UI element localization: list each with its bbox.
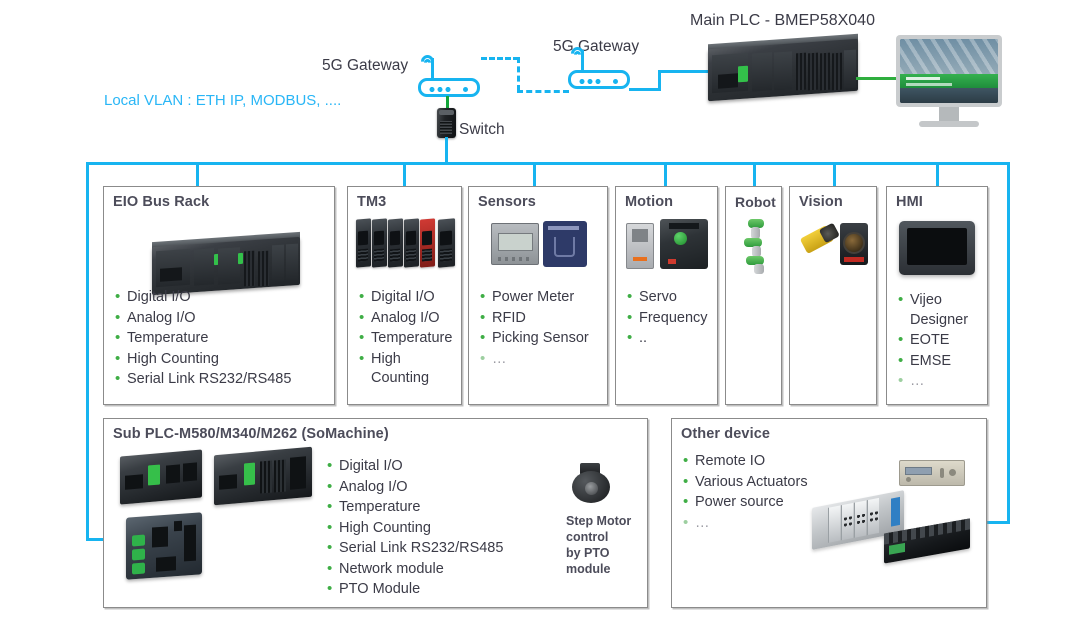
drop-hmi: [936, 162, 939, 186]
box-sub-plc[interactable]: Sub PLC-M580/M340/M262 (SoMachine) • Dig…: [103, 418, 648, 608]
list-item: Digital I/O: [114, 287, 328, 308]
network-switch: [437, 108, 456, 138]
list-item: Temperature: [358, 328, 457, 349]
box-vision[interactable]: Vision: [789, 186, 877, 405]
list-item: Analog I/O: [114, 308, 328, 329]
box-items: Vijeo Designer EOTE EMSE …: [897, 290, 983, 393]
engineering-workstation-monitor: [896, 35, 1002, 130]
box-title: Motion: [625, 194, 674, 210]
list-item: Analog I/O: [358, 308, 457, 329]
caption-line: control: [566, 530, 609, 544]
hmi-panel-image: [899, 221, 975, 275]
sub-plc-m340-image: [120, 449, 202, 505]
tm3-modules-image: [356, 218, 456, 268]
drop-motion: [664, 162, 667, 186]
sensors-image: [491, 219, 591, 269]
list-item: Picking Sensor: [479, 328, 603, 349]
box-title: Robot: [735, 194, 776, 210]
caption-line: by PTO: [566, 546, 610, 560]
motion-devices-image: [624, 219, 712, 271]
list-item: Various Actuators: [682, 472, 872, 493]
list-item: Serial Link RS232/RS485: [326, 538, 556, 559]
sub-plc-m262-image: [126, 512, 202, 580]
gateway-left-label: 5G Gateway: [322, 57, 409, 74]
vlan-label: Local VLAN : ETH IP, MODBUS, ....: [104, 92, 342, 109]
wire-switch-to-bus: [445, 137, 448, 164]
wire-gw-to-plc-a: [629, 88, 661, 91]
box-title: TM3: [357, 194, 387, 210]
switch-label: Switch: [459, 121, 505, 138]
list-item: Digital I/O: [358, 287, 457, 308]
list-item: Servo: [626, 287, 713, 308]
bus-right-riser: [1007, 162, 1010, 523]
drop-sensors: [533, 162, 536, 186]
gateway-left-icon: [418, 52, 480, 104]
bus-left-riser: [86, 162, 89, 541]
list-item: Power Meter: [479, 287, 603, 308]
list-item: Network module: [326, 559, 556, 580]
wire-gw-to-plc-c: [658, 70, 713, 73]
drop-robot: [753, 162, 756, 186]
diagram-canvas: Main PLC - BMEP58X040 5G Gateway 5G Gate…: [0, 0, 1080, 630]
list-item: Remote IO: [682, 451, 872, 472]
box-items: Servo Frequency ..: [626, 287, 713, 350]
wire-plc-to-monitor: [856, 77, 898, 80]
drop-tm3: [403, 162, 406, 186]
box-hmi[interactable]: HMI Vijeo Designer EOTE EMSE …: [886, 186, 988, 405]
dashed-link-vert: [517, 57, 520, 91]
step-motor-caption: Step Motor control by PTO module: [566, 513, 646, 577]
list-item: High Counting: [326, 518, 556, 539]
power-supply-image: [899, 460, 965, 486]
box-items: Digital I/O Analog I/O Temperature High …: [326, 456, 556, 601]
box-title: EIO Bus Rack: [113, 194, 210, 210]
eio-rack-image: [152, 231, 300, 296]
list-item: Serial Link RS232/RS485: [114, 369, 328, 390]
list-item: PTO Module: [326, 579, 556, 600]
box-items: Power Meter RFID Picking Sensor …: [479, 287, 603, 370]
list-item: Digital I/O: [326, 456, 556, 477]
box-robot[interactable]: Robot: [725, 186, 782, 405]
caption-line: Step Motor: [566, 514, 632, 528]
list-item: High Counting: [114, 349, 328, 370]
list-item: Vijeo Designer: [897, 290, 983, 330]
box-title: Vision: [799, 194, 843, 210]
list-item: Temperature: [114, 328, 328, 349]
box-other-device[interactable]: Other device Remote IO Various Actuators…: [671, 418, 987, 608]
bus-right-to-otherdevice: [985, 521, 1010, 524]
box-eio-bus-rack[interactable]: EIO Bus Rack Digital I/O Analog I/O Temp…: [103, 186, 335, 405]
drop-vision: [833, 162, 836, 186]
list-item: Analog I/O: [326, 477, 556, 498]
vision-cameras-image: [798, 219, 872, 271]
gateway-right-icon: [568, 44, 630, 89]
list-item: Frequency: [626, 308, 713, 329]
box-title: HMI: [896, 194, 923, 210]
list-item: EMSE: [897, 351, 983, 372]
box-items: Digital I/O Analog I/O Temperature High …: [358, 287, 457, 390]
list-item: High Counting: [358, 349, 457, 389]
list-item: EOTE: [897, 330, 983, 351]
box-items: Digital I/O Analog I/O Temperature High …: [114, 287, 328, 391]
main-plc-rack: [708, 33, 858, 102]
caption-line: module: [566, 562, 611, 576]
dashed-link-top: [481, 57, 519, 60]
step-motor-image: [572, 463, 612, 505]
robot-arm-image: [738, 219, 772, 275]
list-item: RFID: [479, 308, 603, 329]
list-item: ..: [626, 328, 713, 349]
list-item: …: [897, 371, 983, 392]
box-title: Other device: [681, 426, 771, 442]
main-bus-horizontal: [86, 162, 1010, 165]
box-title: Sub PLC-M580/M340/M262 (SoMachine): [113, 426, 389, 442]
drop-eio: [196, 162, 199, 186]
list-item: Temperature: [326, 497, 556, 518]
box-title: Sensors: [478, 194, 536, 210]
sub-plc-m580-image: [214, 446, 312, 506]
list-item: …: [479, 349, 603, 370]
box-tm3[interactable]: TM3 Digital I/O Analog I/O Temperature H…: [347, 186, 462, 405]
box-motion[interactable]: Motion Servo Frequency ..: [615, 186, 718, 405]
dashed-link-bottom: [517, 90, 569, 93]
wire-gw-to-plc-b: [658, 70, 661, 91]
box-sensors[interactable]: Sensors Power Meter RFID Picking Sensor …: [468, 186, 608, 405]
main-plc-label: Main PLC - BMEP58X040: [690, 12, 875, 29]
